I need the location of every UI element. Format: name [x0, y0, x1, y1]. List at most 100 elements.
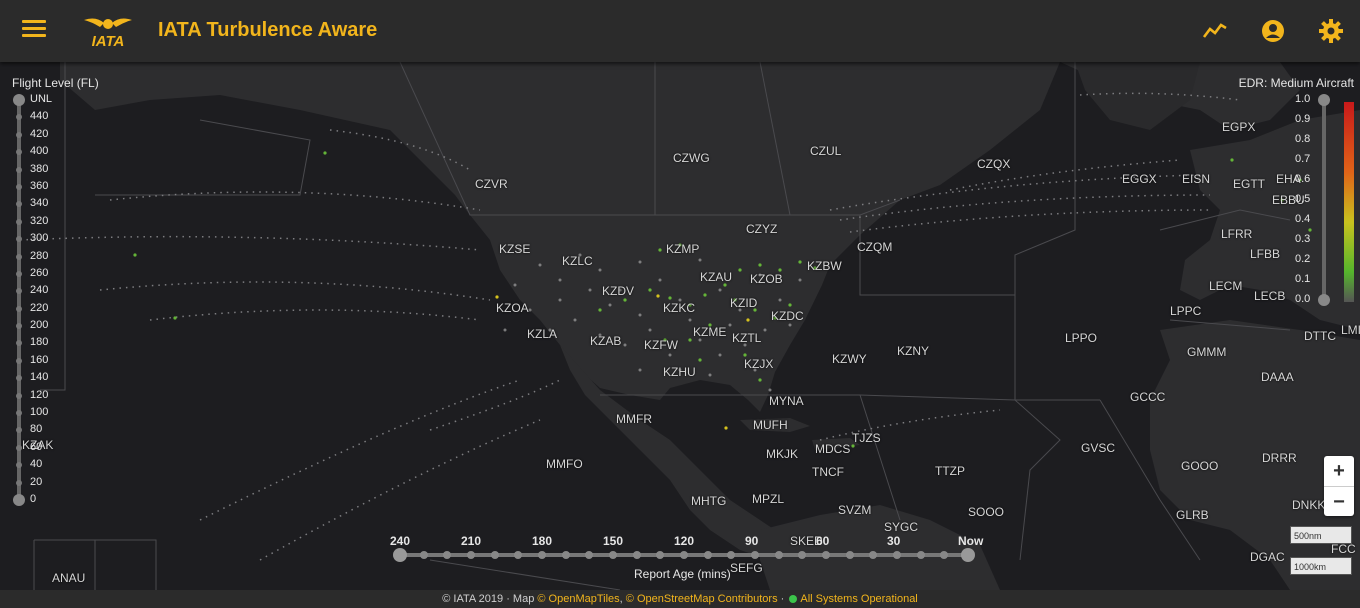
edr-label: 0.7 [1295, 153, 1311, 165]
flight-level-bottom-handle[interactable] [13, 494, 25, 506]
region-label: LPPC [1170, 304, 1202, 318]
flight-level-label: 420 [30, 127, 49, 140]
region-label: GLRB [1176, 508, 1209, 522]
report-age-tick [514, 551, 523, 559]
region-label: MMFR [616, 412, 652, 426]
flight-level-top-handle[interactable] [13, 94, 25, 106]
report-age-label: Now [958, 534, 984, 548]
openmaptiles-link[interactable]: © OpenMapTiles [537, 593, 619, 605]
flight-level-tick [16, 375, 22, 382]
flight-level-label: 200 [30, 319, 49, 332]
flight-level-tick [16, 218, 22, 225]
region-label: SOOO [968, 505, 1005, 519]
region-label: CZQX [977, 157, 1011, 171]
flight-level-slider[interactable]: UNL 440 420 400 380 360 340 320 300 280 260 240 220 2… [13, 93, 74, 510]
footer: © IATA 2019 · Map © OpenMapTiles, © Open… [0, 590, 1360, 608]
flight-level-label: UNL [30, 93, 53, 105]
flight-level-label: 340 [30, 197, 49, 210]
region-label: KZID [730, 296, 758, 310]
flight-level-tick [16, 201, 22, 208]
report-age-tick [561, 551, 570, 559]
report-age-tick [916, 551, 925, 559]
region-label: DRRR [1262, 451, 1297, 465]
report-age-tick [585, 551, 594, 559]
edr-bottom-handle[interactable] [1318, 294, 1330, 306]
report-age-start-handle[interactable] [393, 548, 407, 562]
edr-top-handle[interactable] [1318, 94, 1330, 106]
region-label: KZWY [832, 352, 867, 366]
region-label: LFBB [1250, 247, 1281, 261]
report-age-tick [656, 551, 665, 559]
menu-icon[interactable] [22, 20, 46, 40]
region-label: SVZM [838, 503, 872, 517]
region-label: EISN [1182, 172, 1211, 186]
flight-level-tick [16, 149, 22, 156]
edr-label: 0.5 [1295, 193, 1311, 205]
report-age-tick [467, 551, 475, 559]
system-status[interactable]: All Systems Operational [800, 593, 917, 605]
region-label: KZDV [602, 284, 635, 298]
report-age-label: 180 [532, 534, 553, 548]
flight-level-track[interactable] [17, 100, 21, 500]
flight-level-label: 180 [30, 336, 49, 349]
region-label: CZYZ [746, 222, 778, 236]
turbulence-map[interactable]: CZVR CZWG CZUL CZQX EGGX EISN EGTT EGPX EHA EBBU C… [0, 62, 1360, 590]
region-label: KZTL [732, 331, 762, 345]
flight-level-label: 20 [30, 475, 43, 488]
flight-level-label: 320 [30, 214, 49, 227]
edr-track[interactable] [1322, 100, 1326, 300]
scale-bar-nm: 500nm [1290, 526, 1352, 544]
flight-level-label: 40 [30, 458, 43, 471]
edr-title: EDR: Medium Aircraft [1238, 76, 1354, 90]
region-label: LMI [1341, 323, 1360, 337]
report-age-tick [940, 551, 949, 559]
edr-color-scale [1344, 102, 1354, 302]
map-base [19, 62, 1360, 590]
region-label: GCCC [1130, 390, 1166, 404]
region-label: KZBW [807, 259, 842, 273]
zoom-control: + − [1324, 456, 1354, 516]
report-age-tick [869, 551, 878, 559]
top-bar: IATA IATA Turbulence Aware [0, 0, 1360, 62]
copyright-text: © IATA 2019 · Map [442, 593, 535, 605]
flight-level-tick [16, 340, 22, 347]
openstreetmap-link[interactable]: © OpenStreetMap Contributors [626, 593, 778, 605]
region-label: TNCF [812, 465, 844, 479]
zoom-in-button[interactable]: + [1324, 456, 1354, 486]
flight-level-label: 220 [30, 301, 49, 314]
region-label: TJZS [852, 431, 881, 445]
report-age-tick [419, 551, 428, 559]
report-age-tick [538, 551, 546, 559]
flight-level-title: Flight Level (FL) [12, 76, 99, 90]
iata-logo: IATA [80, 10, 136, 50]
account-icon[interactable] [1260, 18, 1286, 44]
region-label: MMFO [546, 457, 583, 471]
region-label: KZFW [644, 338, 678, 352]
edr-label: 0.8 [1295, 133, 1311, 145]
report-age-tick [443, 551, 452, 559]
report-age-end-handle[interactable] [961, 548, 975, 562]
flight-level-tick [16, 270, 22, 277]
region-label: KZAB [590, 334, 622, 348]
flight-level-tick [16, 114, 22, 121]
app-title: IATA Turbulence Aware [158, 19, 378, 41]
trend-chart-icon[interactable] [1202, 18, 1228, 44]
report-age-tick [632, 551, 641, 559]
report-age-slider[interactable]: Report Age (mins) 240 210 180 150 120 90 60 30 N… [390, 532, 984, 582]
flight-level-label: 140 [30, 371, 49, 384]
region-label: GVSC [1081, 441, 1116, 455]
report-age-tick [774, 551, 783, 559]
region-label: CZQM [857, 240, 893, 254]
report-age-label: 120 [674, 534, 695, 548]
region-label: MHTG [691, 494, 727, 508]
settings-gear-icon[interactable] [1318, 18, 1344, 44]
flight-level-tick [16, 236, 22, 243]
zoom-out-button[interactable]: − [1324, 486, 1354, 516]
region-label: EGTT [1233, 177, 1265, 191]
flight-level-tick [16, 183, 22, 190]
status-indicator-icon [789, 595, 798, 603]
region-label: KZMP [666, 242, 700, 256]
region-label: EGPX [1222, 120, 1256, 134]
region-label: GMMM [1187, 345, 1227, 359]
edr-slider[interactable]: 1.0 0.9 0.8 0.7 0.6 0.5 0.4 0.3 0.2 0.1 0.0 [1290, 93, 1360, 308]
